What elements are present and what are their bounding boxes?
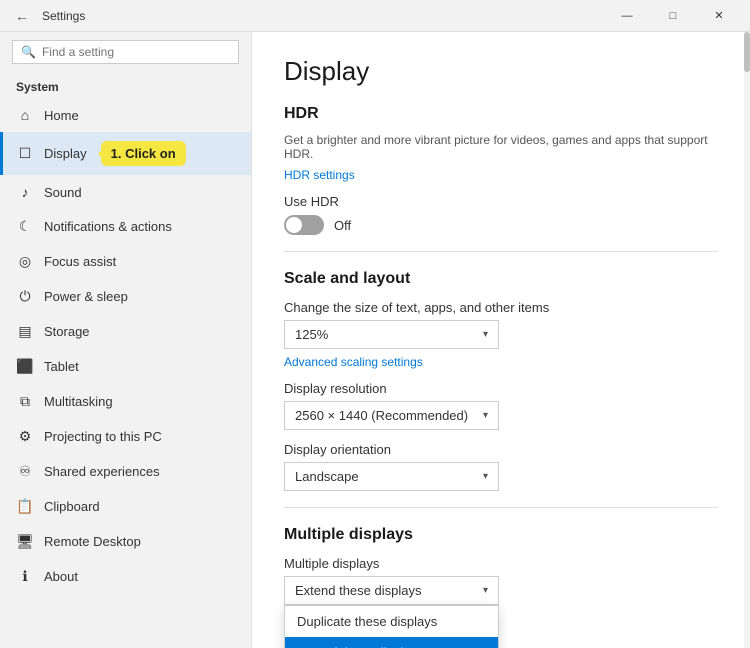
multiple-displays-dropdown-row: Extend these displays ▾ 2. Select Duplic… (284, 576, 718, 605)
sidebar-item-about-label: About (44, 569, 78, 584)
close-button[interactable]: ✕ (696, 0, 742, 32)
menu-item-extend[interactable]: Extend these displays (285, 637, 498, 648)
back-button[interactable]: ← (8, 2, 36, 30)
sidebar-item-tablet-label: Tablet (44, 359, 79, 374)
scale-dropdown[interactable]: 125% ▾ (284, 320, 499, 349)
scrollbar-track[interactable] (744, 32, 750, 648)
sidebar-item-projecting-label: Projecting to this PC (44, 429, 162, 444)
sidebar-item-shared-label: Shared experiences (44, 464, 160, 479)
sidebar-item-storage-label: Storage (44, 324, 90, 339)
search-input[interactable] (42, 45, 230, 59)
sidebar-item-focus-label: Focus assist (44, 254, 116, 269)
tablet-icon: ⬛ (16, 358, 34, 375)
scale-value: 125% (295, 327, 328, 342)
power-icon: ⏻ (16, 288, 34, 305)
page-title: Display (284, 56, 718, 87)
resolution-value: 2560 × 1440 (Recommended) (295, 408, 468, 423)
sidebar-section-title: System (0, 72, 251, 98)
search-icon: 🔍 (21, 45, 36, 59)
clipboard-icon: 📋 (16, 498, 34, 515)
focus-icon: ◎ (16, 253, 34, 270)
menu-item-duplicate[interactable]: Duplicate these displays (285, 606, 498, 637)
title-bar-controls: ← (8, 2, 36, 30)
multitasking-icon: ⧉ (16, 393, 34, 410)
sidebar-item-clipboard-label: Clipboard (44, 499, 100, 514)
minimize-button[interactable]: — (604, 0, 650, 32)
sidebar-item-focus[interactable]: ◎ Focus assist (0, 244, 251, 279)
hdr-toggle-label: Off (334, 218, 351, 233)
multiple-displays-menu: Duplicate these displays Extend these di… (284, 605, 499, 648)
hdr-section-title: HDR (284, 105, 718, 123)
sidebar-item-home[interactable]: ⌂ Home (0, 98, 251, 132)
sidebar-item-notifications-label: Notifications & actions (44, 219, 172, 234)
divider-2 (284, 507, 718, 508)
hdr-toggle[interactable] (284, 215, 324, 235)
sidebar-item-storage[interactable]: ▤ Storage (0, 314, 251, 349)
hdr-toggle-row: Off (284, 215, 718, 235)
multiple-displays-arrow: ▾ (483, 585, 488, 596)
divider-1 (284, 251, 718, 252)
remote-icon: 🖥 (16, 533, 34, 550)
display-icon: ☐ (16, 145, 34, 162)
resolution-dropdown[interactable]: 2560 × 1440 (Recommended) ▾ (284, 401, 499, 430)
title-bar: ← Settings — □ ✕ (0, 0, 750, 32)
main-content: Display HDR Get a brighter and more vibr… (252, 32, 750, 648)
storage-icon: ▤ (16, 323, 34, 340)
shared-icon: ♾ (16, 463, 34, 480)
notifications-icon: ☾ (16, 218, 34, 235)
callout-1: 1. Click on (101, 141, 186, 166)
sidebar-item-remote[interactable]: 🖥 Remote Desktop (0, 524, 251, 559)
sidebar-item-notifications[interactable]: ☾ Notifications & actions (0, 209, 251, 244)
resolution-label: Display resolution (284, 381, 718, 396)
multiple-displays-value: Extend these displays (295, 583, 421, 598)
sidebar-item-multitasking-label: Multitasking (44, 394, 113, 409)
orientation-dropdown-arrow: ▾ (483, 471, 488, 482)
hdr-description: Get a brighter and more vibrant picture … (284, 133, 718, 161)
search-box[interactable]: 🔍 (12, 40, 239, 64)
title-bar-title: Settings (42, 9, 604, 23)
projecting-icon: ⚙ (16, 428, 34, 445)
sidebar-item-display-label: Display (44, 146, 87, 161)
use-hdr-label: Use HDR (284, 194, 718, 209)
orientation-value: Landscape (295, 469, 359, 484)
scale-dropdown-arrow: ▾ (483, 329, 488, 340)
sidebar-item-remote-label: Remote Desktop (44, 534, 141, 549)
sidebar-item-clipboard[interactable]: 📋 Clipboard (0, 489, 251, 524)
title-bar-buttons: — □ ✕ (604, 0, 742, 32)
multiple-displays-dropdown[interactable]: Extend these displays ▾ (284, 576, 499, 605)
sidebar-item-multitasking[interactable]: ⧉ Multitasking (0, 384, 251, 419)
sidebar-item-power-label: Power & sleep (44, 289, 128, 304)
about-icon: ℹ (16, 568, 34, 585)
toggle-knob (286, 217, 302, 233)
orientation-dropdown[interactable]: Landscape ▾ (284, 462, 499, 491)
sidebar-item-home-label: Home (44, 108, 79, 123)
sound-icon: ♪ (16, 184, 34, 200)
home-icon: ⌂ (16, 107, 34, 123)
sidebar-item-projecting[interactable]: ⚙ Projecting to this PC (0, 419, 251, 454)
maximize-button[interactable]: □ (650, 0, 696, 32)
hdr-settings-link[interactable]: HDR settings (284, 168, 355, 182)
sidebar-item-tablet[interactable]: ⬛ Tablet (0, 349, 251, 384)
scale-layout-title: Scale and layout (284, 270, 718, 288)
scrollbar-thumb[interactable] (744, 32, 750, 72)
sidebar-item-shared[interactable]: ♾ Shared experiences (0, 454, 251, 489)
sidebar-item-about[interactable]: ℹ About (0, 559, 251, 594)
sidebar-item-display[interactable]: ☐ Display 1. Click on (0, 132, 251, 175)
multiple-displays-label: Multiple displays (284, 556, 718, 571)
scale-change-label: Change the size of text, apps, and other… (284, 300, 718, 315)
orientation-label: Display orientation (284, 442, 718, 457)
resolution-dropdown-arrow: ▾ (483, 410, 488, 421)
multiple-displays-title: Multiple displays (284, 526, 718, 544)
app-container: 🔍 System ⌂ Home ☐ Display 1. Click on ♪ … (0, 32, 750, 648)
sidebar: 🔍 System ⌂ Home ☐ Display 1. Click on ♪ … (0, 32, 252, 648)
sidebar-item-sound[interactable]: ♪ Sound (0, 175, 251, 209)
sidebar-item-power[interactable]: ⏻ Power & sleep (0, 279, 251, 314)
advanced-scaling-link[interactable]: Advanced scaling settings (284, 355, 423, 369)
sidebar-item-sound-label: Sound (44, 185, 82, 200)
